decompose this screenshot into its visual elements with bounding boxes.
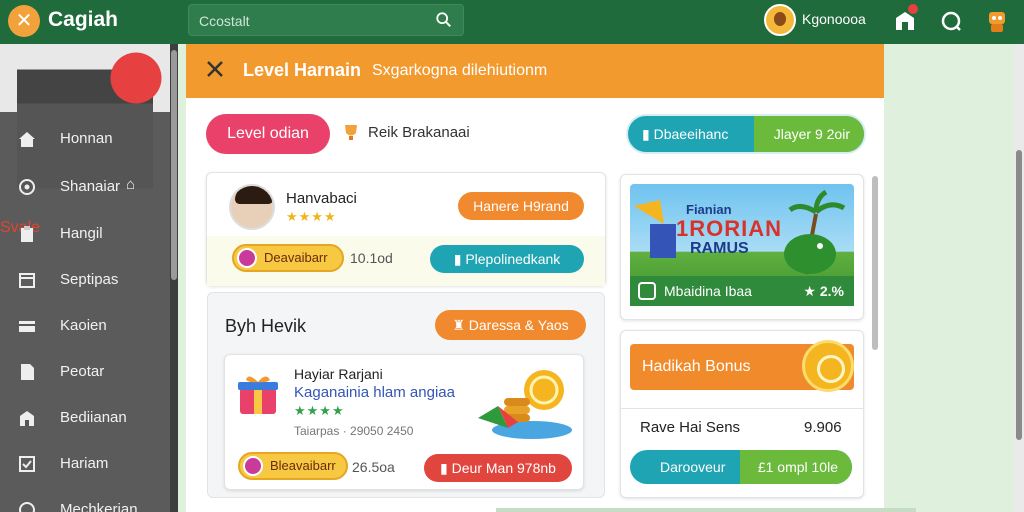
reward-value: 26.5oa [352,459,395,475]
sidebar-item-label: Kaoien [60,317,107,334]
calendar-icon [19,273,35,288]
rank-label: Reik Brakanaai [368,124,470,141]
sidebar: Svale Honnan Shanaiar ⌂ Hangil Septipas … [0,44,170,512]
sidebar-scrollbar-thumb[interactable] [171,50,177,280]
bonus-button-left-label: Darooveur [660,459,726,475]
sidebar-item-label: Bediianan [60,409,127,426]
sidebar-item-septipas[interactable]: Septipas [0,258,170,302]
promo-title-top: Fianian [686,202,732,217]
bonus-row-label: Rave Hai Sens [640,419,741,436]
divider [620,408,864,409]
sidebar-item-peotar[interactable]: Peotar [0,350,170,394]
player-rating: ★★★★ [286,209,337,224]
toggle-right-label: Jlayer 9 2oir [773,126,850,142]
coin-icon [802,340,854,392]
sidebar-item-label: Septipas [60,271,119,288]
sidebar-item-label: Hangil [60,225,103,242]
coins-illustration [478,370,572,439]
reward-meta: Taiarpas · 29050 2450 [294,424,414,438]
card-icon [19,321,35,332]
promo-title-main: 1RORIAN [676,216,783,241]
building-icon [20,411,34,426]
sidebar-item-label: Mechkerian [60,501,138,512]
target-icon [19,179,35,195]
badge-icon [237,248,257,268]
mascot-icon[interactable] [984,8,1010,34]
sidebar-item-bediianan[interactable]: Bediianan [0,396,170,440]
bonus-title: Hadikah Bonus [642,358,751,375]
refresh-icon[interactable] [938,8,964,34]
user-name[interactable]: Kgonoooa [802,11,866,27]
sidebar-item-label: Peotar [60,363,105,380]
panel-subtitle: Sxgarkogna dilehiutionm [372,62,548,79]
panel-title: Level Harnain [243,60,362,80]
sidebar-item-svale[interactable]: Svale [0,44,170,236]
page-scrollbar-thumb[interactable] [1016,150,1022,440]
trophy-icon [345,125,357,140]
compass-icon [19,502,35,512]
player-name: Hanvabaci [286,190,357,207]
promo-title-bottom: RAMUS [690,240,749,257]
player-value: 10.1od [350,250,393,266]
app-close-button[interactable]: ✕ [8,5,40,37]
sidebar-item-label: Shanaiar [60,178,121,195]
document-icon [21,364,34,380]
section-title: Byh Hevik [225,316,307,336]
player-action-button[interactable]: Hanere H9rand [458,192,584,220]
reward-title: Hayiar Rarjani [294,366,383,382]
bonus-row-value: 9.906 [804,419,842,436]
sidebar-item-label: Honnan [60,130,113,147]
promo-bar[interactable]: Mbaidina Ibaa ★ 2.% [630,276,854,306]
home-icon [19,132,35,147]
close-icon[interactable] [204,58,226,80]
sidebar-item-shanaiar[interactable]: Shanaiar ⌂ [0,165,170,209]
section-action-button[interactable]: ♜ Daressa & Yaos [435,310,586,340]
sidebar-item-honnan[interactable]: Honnan [0,117,170,161]
reward-badge: Bleavaibarr [238,452,348,480]
badge-icon [243,456,263,476]
promo-bar-value: ★ 2.% [803,283,844,299]
player-teal-button[interactable]: ▮ Plepolinedkank [430,245,584,273]
user-avatar[interactable] [764,4,796,36]
sidebar-item-hariam[interactable]: Hariam [0,442,170,486]
sidebar-item-hangil[interactable]: Hangil [0,212,170,256]
top-bar [0,0,1024,44]
app-title: Cagiah [48,8,119,31]
search-box[interactable] [188,4,464,36]
promo-bar-label: Mbaidina Ibaa [664,283,752,299]
home-mini-icon: ⌂ [126,176,136,193]
notification-badge [908,4,918,14]
sidebar-item-label: Hariam [60,455,109,472]
reward-claim-button[interactable]: ▮ Deur Man 978nb [424,454,572,482]
box-icon [21,226,33,242]
checklist-icon [19,456,35,472]
reward-subtitle: Kaganainia hlam angiaa [294,384,455,401]
player-badge: Deavaibarr [232,244,344,272]
sidebar-item-mechkerian[interactable]: Mechkerian [0,488,170,512]
avatar[interactable] [229,184,275,230]
level-button[interactable]: Level odian [206,114,330,154]
main-scrollbar-thumb[interactable] [872,176,878,350]
toggle-left-label: ▮ Dbaeeihanc [642,126,729,142]
search-input[interactable] [199,11,419,31]
mode-toggle[interactable]: ▮ Dbaeeihanc Jlayer 9 2oir [626,114,866,154]
check-icon [638,282,656,300]
bonus-button-right-label: £1 ompl 10le [757,459,838,475]
bottom-strip [496,508,916,512]
sidebar-item-kaoien[interactable]: Kaoien [0,304,170,348]
bonus-action-button[interactable]: Darooveur £1 ompl 10le [630,450,852,484]
gift-icon [238,376,278,414]
search-icon[interactable] [435,11,453,29]
reward-rating: ★★★★ [294,403,345,418]
